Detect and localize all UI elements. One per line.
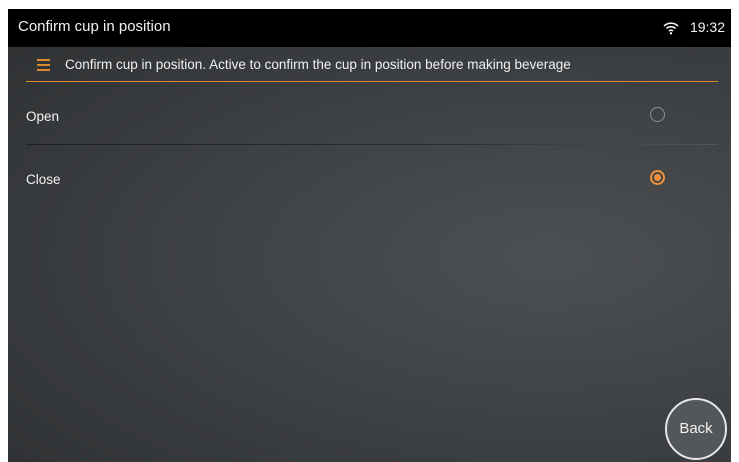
back-button[interactable]: Back xyxy=(665,398,727,460)
status-bar: Confirm cup in position 19:32 xyxy=(8,9,731,47)
description-text: Confirm cup in position. Active to confi… xyxy=(65,57,571,72)
wifi-icon xyxy=(663,22,679,35)
description-bar: Confirm cup in position. Active to confi… xyxy=(26,53,718,82)
option-open-radio[interactable] xyxy=(650,107,665,122)
option-open[interactable]: Open xyxy=(8,90,731,144)
option-open-label: Open xyxy=(26,109,60,124)
option-close-radio[interactable] xyxy=(650,170,665,185)
screen-title: Confirm cup in position xyxy=(18,18,171,35)
divider xyxy=(26,144,718,145)
menu-icon[interactable] xyxy=(37,59,50,71)
option-close-label: Close xyxy=(26,172,61,187)
settings-screen: Confirm cup in position 19:32 Confirm cu… xyxy=(8,9,731,462)
option-close[interactable]: Close xyxy=(8,153,731,207)
clock: 19:32 xyxy=(689,19,725,35)
